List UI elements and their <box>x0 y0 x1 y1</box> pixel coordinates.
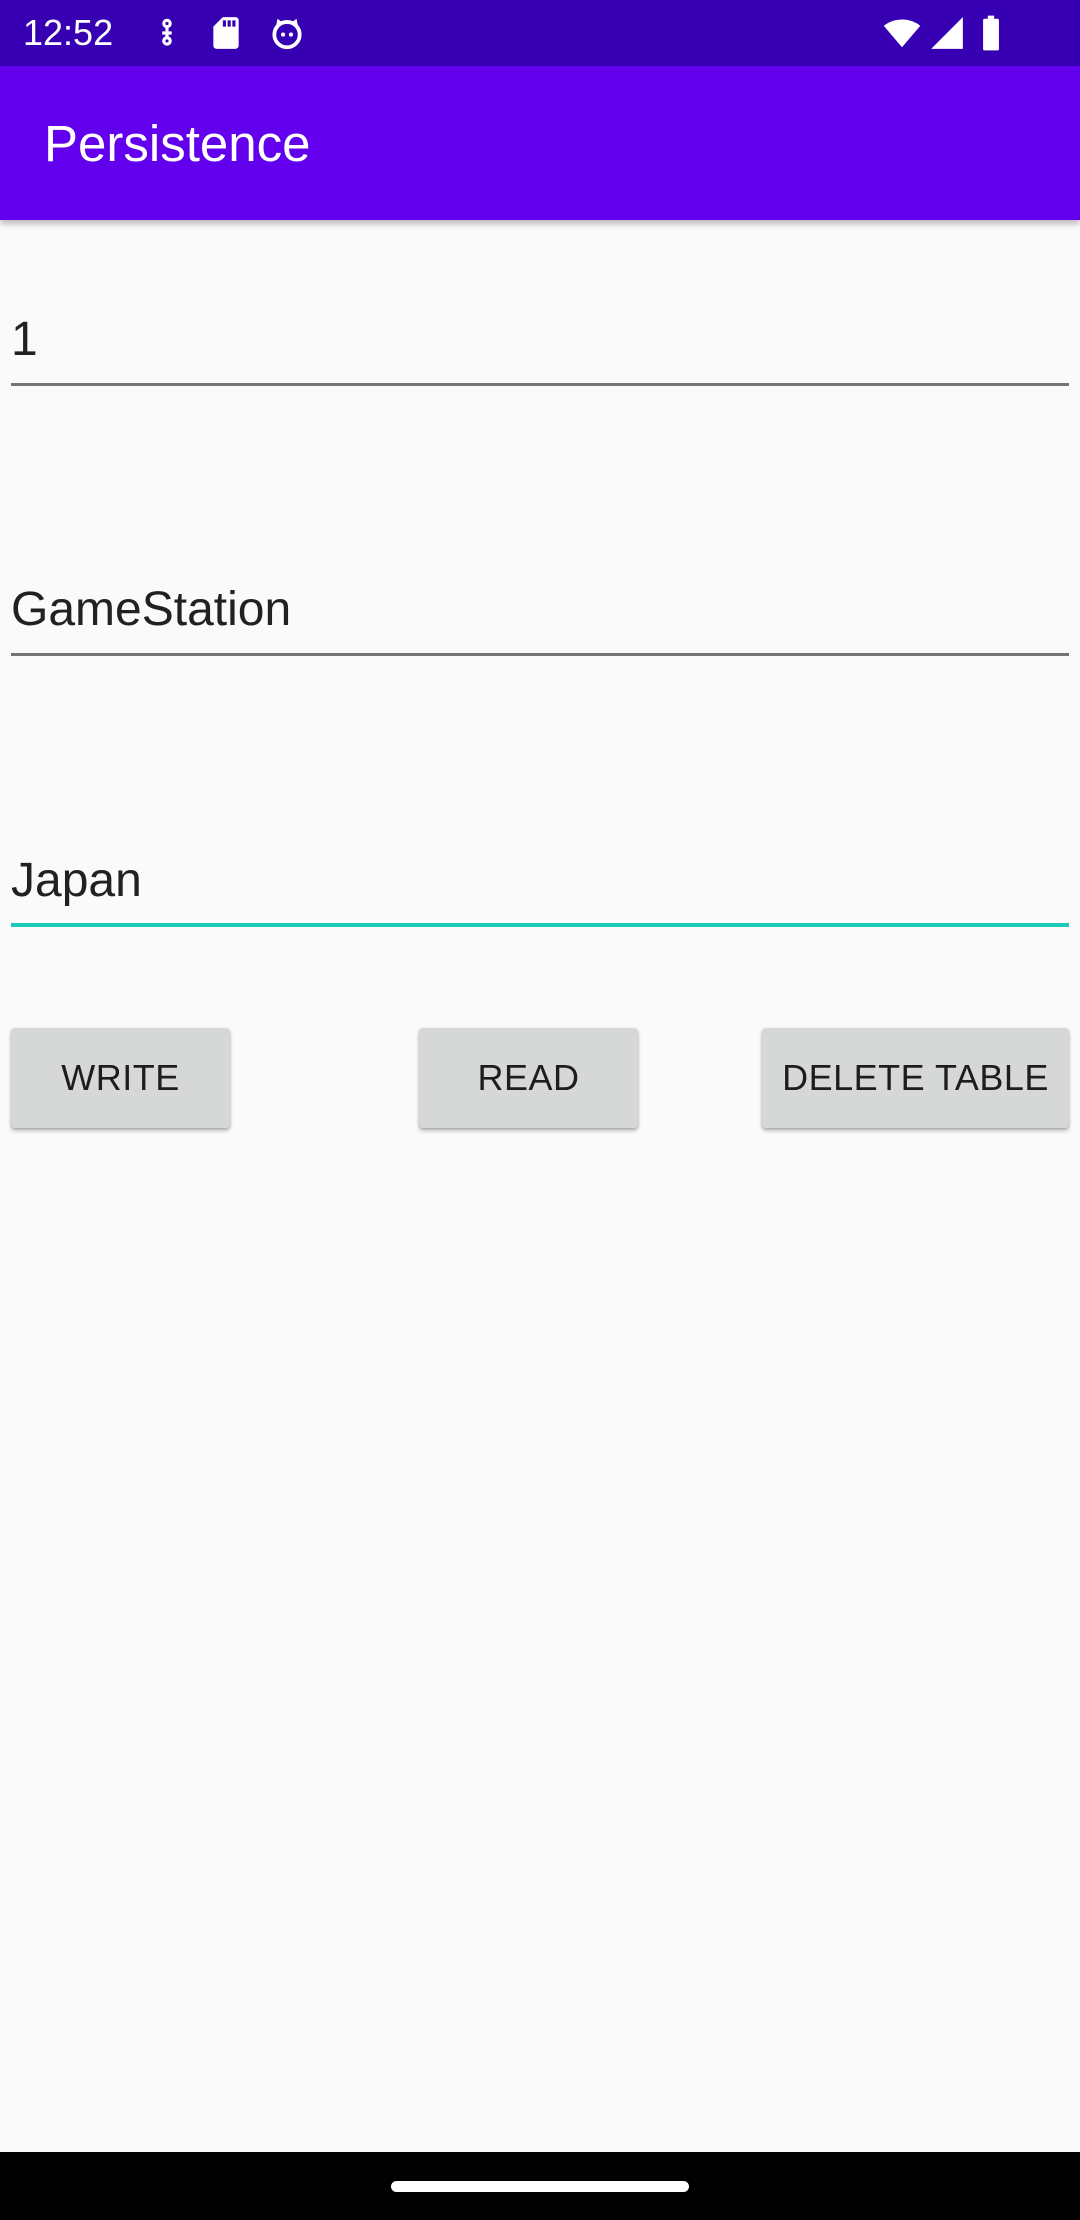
delete-table-button[interactable]: DELETE TABLE <box>762 1028 1069 1128</box>
status-bar: 12:52 <box>0 0 1080 66</box>
name-input[interactable]: GameStation <box>11 566 1069 656</box>
name-input-value: GameStation <box>11 583 292 636</box>
status-time: 12:52 <box>23 12 114 53</box>
download-icon <box>148 14 186 52</box>
country-input-underline <box>11 923 1069 927</box>
cell-signal-icon <box>928 14 966 52</box>
navigation-bar <box>0 2152 1080 2220</box>
app-title: Persistence <box>44 115 311 172</box>
app-bar: Persistence <box>0 66 1080 220</box>
id-input-underline <box>11 383 1069 386</box>
app-screen: 12:52 Persistence 1 GameStation Japan WR… <box>0 0 1080 2220</box>
home-gesture-handle[interactable] <box>391 2181 689 2192</box>
write-button[interactable]: WRITE <box>11 1028 230 1128</box>
name-input-underline <box>11 653 1069 656</box>
id-input[interactable]: 1 <box>11 296 1069 386</box>
sd-card-icon <box>207 14 245 52</box>
wifi-icon <box>880 14 924 52</box>
id-input-value: 1 <box>11 313 38 366</box>
country-input[interactable]: Japan <box>11 837 1069 927</box>
battery-icon <box>976 14 1006 52</box>
read-button[interactable]: READ <box>419 1028 638 1128</box>
country-input-value: Japan <box>11 854 142 907</box>
debug-cat-icon <box>268 14 306 52</box>
